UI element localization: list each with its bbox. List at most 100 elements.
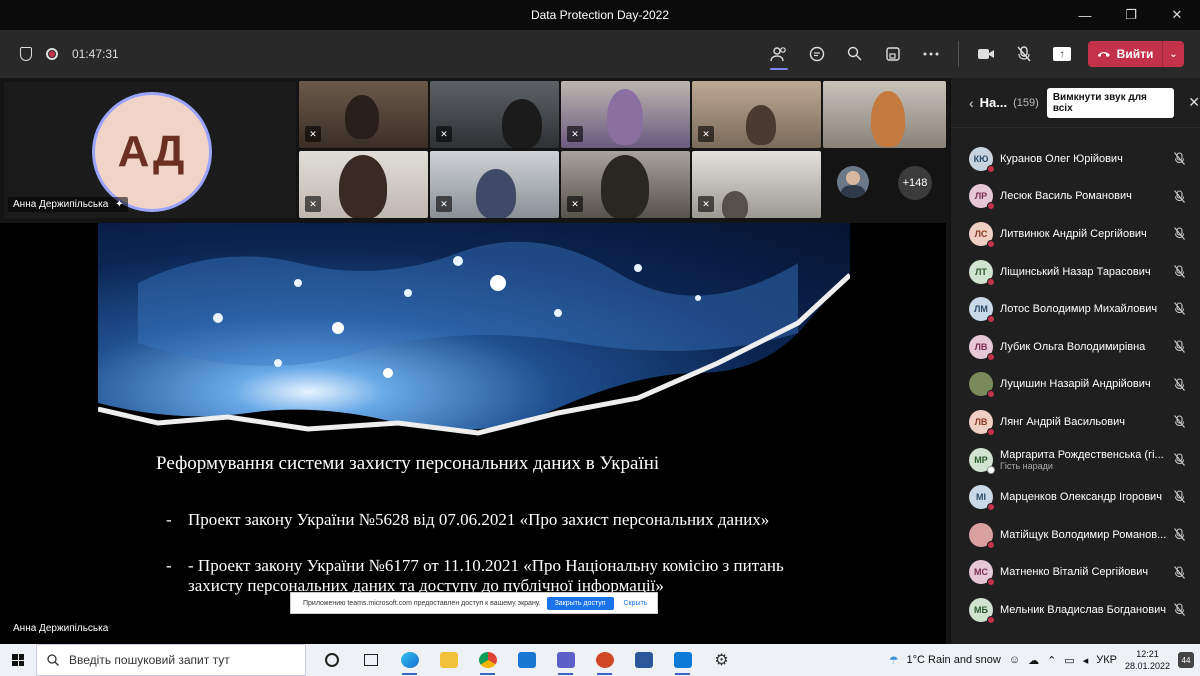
participant-row[interactable]: ЛР Лесюк Василь Романович [951,178,1200,216]
leave-label: Вийти [1116,47,1154,61]
presence-status-icon [987,277,995,286]
task-view-button[interactable] [351,644,390,676]
participant-row[interactable]: МБ Мельник Владислав Богданович [951,591,1200,629]
video-tile[interactable]: ✕ [692,151,821,218]
hide-link[interactable]: Скрыть [624,600,648,607]
video-tile[interactable]: ✕ [430,151,559,218]
mail-app[interactable] [507,644,546,676]
participant-video [476,169,516,218]
restore-button[interactable]: ❐ [1108,0,1154,30]
network-icon[interactable]: ▭ [1064,654,1074,667]
bullet-dash: - [166,510,172,529]
video-tile[interactable]: ✕ [561,81,690,148]
edge-app[interactable] [390,644,429,676]
mute-all-button[interactable]: Вимкнути звук для всіх [1046,87,1175,118]
folder-icon [439,652,458,668]
taskbar: Введіть пошуковий запит тут ⚙ ☂ 1°C Rain… [0,644,1200,676]
participant-row[interactable]: МР Маргарита Рождественська (гі... Гість н… [951,441,1200,479]
more-participants-button[interactable]: +148 [898,166,932,200]
participant-row[interactable]: МІ Марценков Олександр Ігорович [951,478,1200,516]
participant-video [607,89,643,145]
presenter-name: Анна Держипільська [8,621,114,636]
participant-video [339,155,387,218]
participant-avatar: МР [969,447,995,474]
weather-icon: ☂ [888,654,899,667]
participant-name: Лубик Ольга Володимирівна [1000,340,1146,353]
start-button[interactable] [0,644,36,676]
volume-icon[interactable]: ◂ [1083,654,1089,667]
avatar-body [841,185,865,198]
leave-options-chevron-icon[interactable]: ⌄ [1162,41,1184,67]
participant-row[interactable]: Луцишин Назарій Андрійович [951,366,1200,404]
video-tile[interactable]: ✕ [561,151,690,218]
participant-row[interactable]: ЛМ Лотос Володимир Михайлович [951,290,1200,328]
explorer-app[interactable] [429,644,468,676]
shield-icon[interactable] [20,47,32,61]
mic-off-icon [1174,452,1185,469]
phone-icon [1097,52,1110,57]
chat-button[interactable] [798,30,836,78]
cortana-button[interactable] [312,644,351,676]
video-tile[interactable]: ✕ [299,81,428,148]
presence-status-icon [987,503,995,512]
share-button[interactable]: ↑ [1043,30,1081,78]
rooms-icon [886,47,900,61]
participant-avatar: МІ [969,485,995,512]
video-tile[interactable]: ✕ [299,151,428,218]
meeting-stage: АД Анна Держипільська ✦ ✕ ✕ ✕ ✕ ✕ ✕ ✕ ✕ [0,78,950,644]
presence-status-icon [987,615,995,624]
video-tile[interactable]: ✕ [430,81,559,148]
speaker-tile[interactable]: АД Анна Держипільська ✦ [4,82,296,218]
participant-row[interactable]: МС Матненко Віталій Сергійович [951,554,1200,592]
rooms-button[interactable] [874,30,912,78]
weather-text[interactable]: 1°C Rain and snow [907,654,1001,666]
participant-row[interactable]: ЛВ Лянг Андрій Васильович [951,403,1200,441]
taskbar-search[interactable]: Введіть пошуковий запит тут [36,644,306,676]
stop-sharing-button[interactable]: Закрыть доступ [546,596,614,610]
participant-row[interactable]: ЛТ Ліщинський Назар Тарасович [951,253,1200,291]
chevron-up-icon[interactable]: ⌃ [1047,654,1056,667]
participant-avatar: ЛВ [969,334,995,361]
camera-icon [978,49,994,59]
participant-name: Матненко Віталій Сергійович [1000,566,1149,579]
camera-button[interactable] [967,30,1005,78]
pinned-apps: ⚙ [312,644,741,676]
participant-name: Маргарита Рождественська (гі... [1000,448,1164,461]
back-chevron-icon[interactable]: ‹ [969,95,974,111]
media-app[interactable] [663,644,702,676]
close-button[interactable]: ✕ [1154,0,1200,30]
video-tile[interactable] [823,81,946,148]
clock[interactable]: 12:21 28.01.2022 [1125,648,1170,672]
minimize-button[interactable]: — [1062,0,1108,30]
more-actions-button[interactable] [912,30,950,78]
leave-button[interactable]: Вийти ⌄ [1088,41,1184,67]
participant-avatar[interactable] [837,166,869,198]
participant-row[interactable]: ЛВ Лубик Ольга Володимирівна [951,328,1200,366]
participant-row[interactable]: КЮ Куранов Олег Юрійович [951,140,1200,178]
participant-row[interactable]: ЛС Литвинюк Андрій Сергійович [951,215,1200,253]
panel-title: На... [979,95,1008,110]
video-tile[interactable]: ✕ [692,81,821,148]
people-tray-icon[interactable]: ☺ [1009,654,1020,666]
share-message: Приложению teams.microsoft.com предостав… [303,599,541,607]
mic-button[interactable] [1005,30,1043,78]
bullet-dash: - [166,556,172,575]
settings-app[interactable]: ⚙ [702,644,741,676]
word-app[interactable] [624,644,663,676]
teams-app[interactable] [546,644,585,676]
participants-button[interactable] [760,30,798,78]
notification-badge[interactable]: 44 [1178,652,1194,668]
close-panel-icon[interactable]: ✕ [1188,94,1200,111]
reactions-button[interactable] [836,30,874,78]
chrome-app[interactable] [468,644,507,676]
powerpoint-app[interactable] [585,644,624,676]
language-indicator[interactable]: УКР [1096,654,1117,666]
mic-off-icon [1174,340,1185,356]
participant-row[interactable]: Матійщук Володимир Романов... [951,516,1200,554]
participant-name-block: Маргарита Рождественська (гі... Гість нар… [1000,449,1166,471]
hand-icon [847,46,862,61]
participant-avatar [969,522,995,549]
participant-video [722,191,748,218]
cloud-icon[interactable]: ☁ [1028,654,1039,667]
participant-name-block: Лесюк Василь Романович [1000,190,1166,202]
